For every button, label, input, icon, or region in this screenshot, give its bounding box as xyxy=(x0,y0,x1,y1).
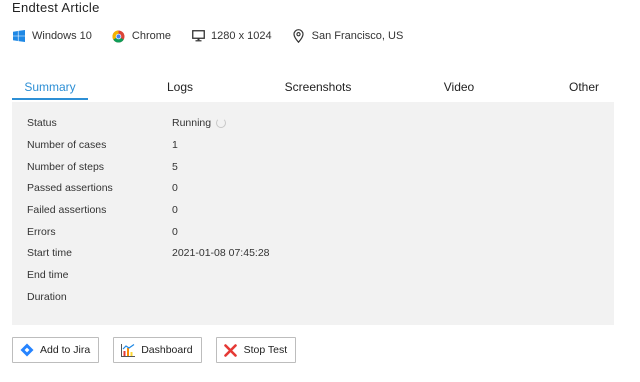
dashboard-button[interactable]: Dashboard xyxy=(113,337,202,363)
row-label: End time xyxy=(27,269,69,281)
env-resolution: 1280 x 1024 xyxy=(191,29,272,43)
status-value: Running xyxy=(172,117,212,129)
dashboard-chart-icon xyxy=(120,342,136,358)
tab-summary[interactable]: Summary xyxy=(12,78,88,100)
action-buttons: Add to Jira Dashboard Stop Test xyxy=(12,337,310,363)
env-resolution-label: 1280 x 1024 xyxy=(211,30,272,42)
loading-spinner-icon xyxy=(216,118,227,128)
tab-bar: Summary Logs Screenshots Video Other xyxy=(12,78,614,100)
summary-panel: Status Running Number of cases 1 Number … xyxy=(12,102,614,325)
page-title: Endtest Article xyxy=(12,0,100,15)
row-label: Number of steps xyxy=(27,161,105,173)
env-location: San Francisco, US xyxy=(292,29,404,43)
windows-icon xyxy=(12,29,26,43)
env-browser: Chrome xyxy=(112,29,171,43)
row-value: 0 xyxy=(172,226,178,238)
dashboard-label: Dashboard xyxy=(141,344,193,356)
tab-other[interactable]: Other xyxy=(558,78,610,100)
stop-test-label: Stop Test xyxy=(243,344,288,356)
row-value: Running xyxy=(172,115,227,131)
stop-test-button[interactable]: Stop Test xyxy=(215,337,297,363)
row-label: Duration xyxy=(27,291,67,303)
row-label: Errors xyxy=(27,226,56,238)
row-value: 1 xyxy=(172,139,178,151)
chrome-icon xyxy=(112,29,126,43)
env-location-label: San Francisco, US xyxy=(311,30,404,42)
row-value: 2021-01-08 07:45:28 xyxy=(172,247,270,259)
stop-x-icon xyxy=(223,342,239,358)
tab-screenshots[interactable]: Screenshots xyxy=(278,78,358,100)
add-to-jira-button[interactable]: Add to Jira xyxy=(12,337,100,363)
row-value: 5 xyxy=(172,161,178,173)
row-label: Status xyxy=(27,117,57,129)
row-label: Start time xyxy=(27,247,72,259)
row-label: Failed assertions xyxy=(27,204,107,216)
env-os: Windows 10 xyxy=(12,29,92,43)
row-value: 0 xyxy=(172,204,178,216)
monitor-icon xyxy=(191,29,205,43)
row-label: Number of cases xyxy=(27,139,107,151)
jira-icon xyxy=(19,342,35,358)
tab-logs[interactable]: Logs xyxy=(152,78,208,100)
row-value: 0 xyxy=(172,182,178,194)
location-pin-icon xyxy=(292,29,306,43)
add-to-jira-label: Add to Jira xyxy=(40,344,91,356)
tab-video[interactable]: Video xyxy=(432,78,486,100)
row-label: Passed assertions xyxy=(27,182,113,194)
env-browser-label: Chrome xyxy=(131,30,172,42)
environment-info: Windows 10 Chrome 1280 x 1024 San Franci… xyxy=(12,27,423,45)
env-os-label: Windows 10 xyxy=(32,30,92,42)
active-tab-indicator xyxy=(12,98,88,100)
